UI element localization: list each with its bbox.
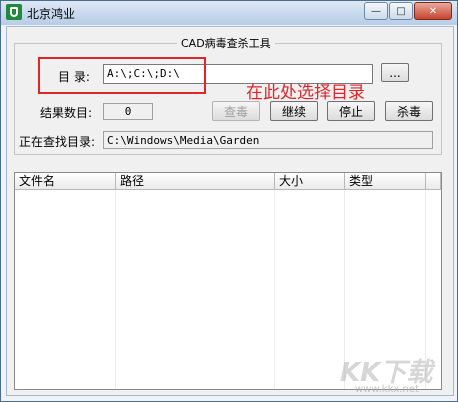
- annotation-highlight-box: [38, 57, 206, 94]
- annotation-text: 在此处选择目录: [246, 83, 365, 103]
- minimize-button[interactable]: —: [364, 2, 388, 20]
- results-count-label: 结果数目:: [40, 106, 93, 120]
- window-title: 北京鸿业: [27, 7, 76, 21]
- kill-virus-button[interactable]: 杀毒: [385, 101, 433, 121]
- column-header-type[interactable]: 类型: [345, 173, 426, 190]
- maximize-icon: □: [396, 5, 406, 17]
- scan-button[interactable]: 查毒: [212, 101, 260, 121]
- column-header-size[interactable]: 大小: [275, 173, 345, 190]
- close-icon: ✕: [428, 5, 438, 17]
- column-header-filler: [426, 173, 441, 190]
- results-count-value: 0: [103, 103, 153, 120]
- close-button[interactable]: ✕: [414, 2, 452, 20]
- groupbox-title: CAD病毒查杀工具: [177, 35, 275, 51]
- stop-button[interactable]: 停止: [327, 101, 375, 121]
- list-header: 文件名 路径 大小 类型: [15, 173, 441, 190]
- maximize-button[interactable]: □: [389, 2, 413, 20]
- current-dir-label: 正在查找目录:: [19, 135, 96, 149]
- column-header-path[interactable]: 路径: [116, 173, 275, 190]
- current-dir-path: C:\Windows\Media\Garden: [103, 131, 433, 149]
- app-logo-icon: [6, 4, 22, 20]
- watermark-url: www.kkx.net: [355, 384, 419, 395]
- continue-button[interactable]: 继续: [270, 101, 318, 121]
- column-header-filename[interactable]: 文件名: [15, 173, 116, 190]
- minimize-icon: —: [371, 5, 381, 17]
- browse-button[interactable]: ...: [381, 63, 409, 82]
